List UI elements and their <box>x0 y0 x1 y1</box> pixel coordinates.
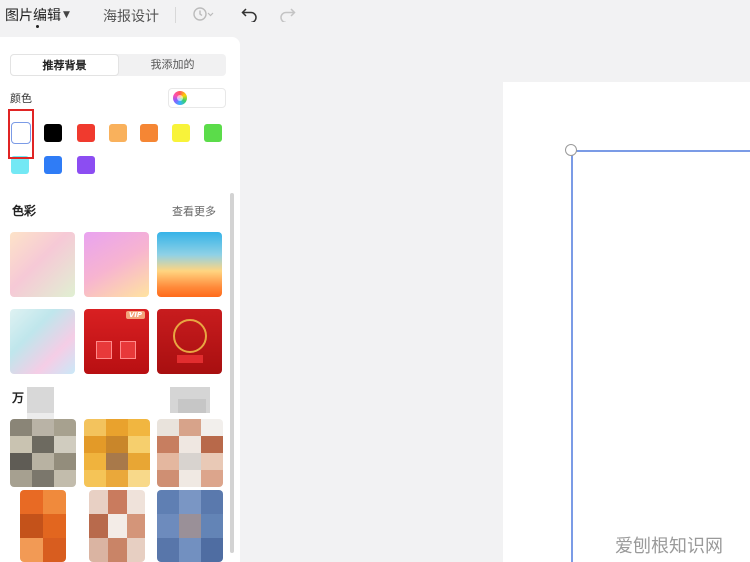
section-title-third: 万 <box>12 391 25 405</box>
mosaic-block <box>27 387 54 413</box>
arch-decoration <box>173 319 207 353</box>
swatch-light-orange[interactable] <box>109 124 127 142</box>
background-tile[interactable] <box>157 232 222 297</box>
undo-icon[interactable] <box>241 6 259 26</box>
top-toolbar: 图片编辑 ▼ 海报设计 <box>0 0 750 30</box>
tab-recommended[interactable]: 推荐背景 <box>10 54 119 76</box>
swatch-green[interactable] <box>204 124 222 142</box>
swatch-orange[interactable] <box>140 124 158 142</box>
swatch-blue[interactable] <box>44 156 62 174</box>
background-tile-vip[interactable]: VIP <box>84 309 149 374</box>
vip-badge: VIP <box>125 311 145 319</box>
swatch-yellow[interactable] <box>172 124 190 142</box>
mosaic-thumbnail[interactable] <box>10 419 76 487</box>
tab-my-added[interactable]: 我添加的 <box>119 54 226 76</box>
redo-icon[interactable] <box>278 6 296 26</box>
background-panel: 推荐背景 我添加的 颜色 色彩 查看更多 VIP 万 <box>0 37 240 562</box>
background-tile[interactable] <box>157 309 222 374</box>
view-more-link[interactable]: 查看更多 <box>172 203 216 219</box>
color-section-label: 颜色 <box>10 92 32 105</box>
gift-bag-decoration <box>96 341 112 359</box>
swatch-red[interactable] <box>77 124 95 142</box>
section-title-colors: 色彩 <box>12 204 37 218</box>
swatch-black[interactable] <box>44 124 62 142</box>
watermark: 爱刨根知识网 <box>615 536 723 557</box>
chevron-down-icon: ▼ <box>63 10 70 20</box>
mosaic-thumbnail[interactable] <box>157 419 223 487</box>
gift-bag-decoration <box>120 341 136 359</box>
menu-poster-design[interactable]: 海报设计 <box>103 6 159 26</box>
mosaic-thumbnail[interactable] <box>157 490 223 562</box>
history-icon[interactable] <box>192 6 214 26</box>
mosaic-block <box>178 399 206 413</box>
toolbar-divider <box>175 7 176 23</box>
mosaic-thumbnail[interactable] <box>20 490 66 562</box>
resize-handle[interactable] <box>565 144 577 156</box>
custom-color-picker[interactable] <box>168 88 226 108</box>
panel-scrollbar[interactable] <box>230 193 234 553</box>
active-indicator-dot <box>36 25 39 28</box>
mosaic-thumbnail[interactable] <box>89 490 145 562</box>
background-tile[interactable] <box>10 309 75 374</box>
podium-decoration <box>177 355 203 363</box>
selection-highlight <box>8 109 34 159</box>
selection-frame <box>571 150 750 562</box>
menu-image-edit[interactable]: 图片编辑 ▼ <box>5 5 70 28</box>
swatch-purple[interactable] <box>77 156 95 174</box>
background-tabs: 推荐背景 我添加的 <box>10 54 226 76</box>
mosaic-thumbnail[interactable] <box>84 419 150 487</box>
menu-image-edit-label: 图片编辑 <box>5 8 61 24</box>
background-tile[interactable] <box>10 232 75 297</box>
color-wheel-icon <box>173 91 187 105</box>
background-tile[interactable] <box>84 232 149 297</box>
